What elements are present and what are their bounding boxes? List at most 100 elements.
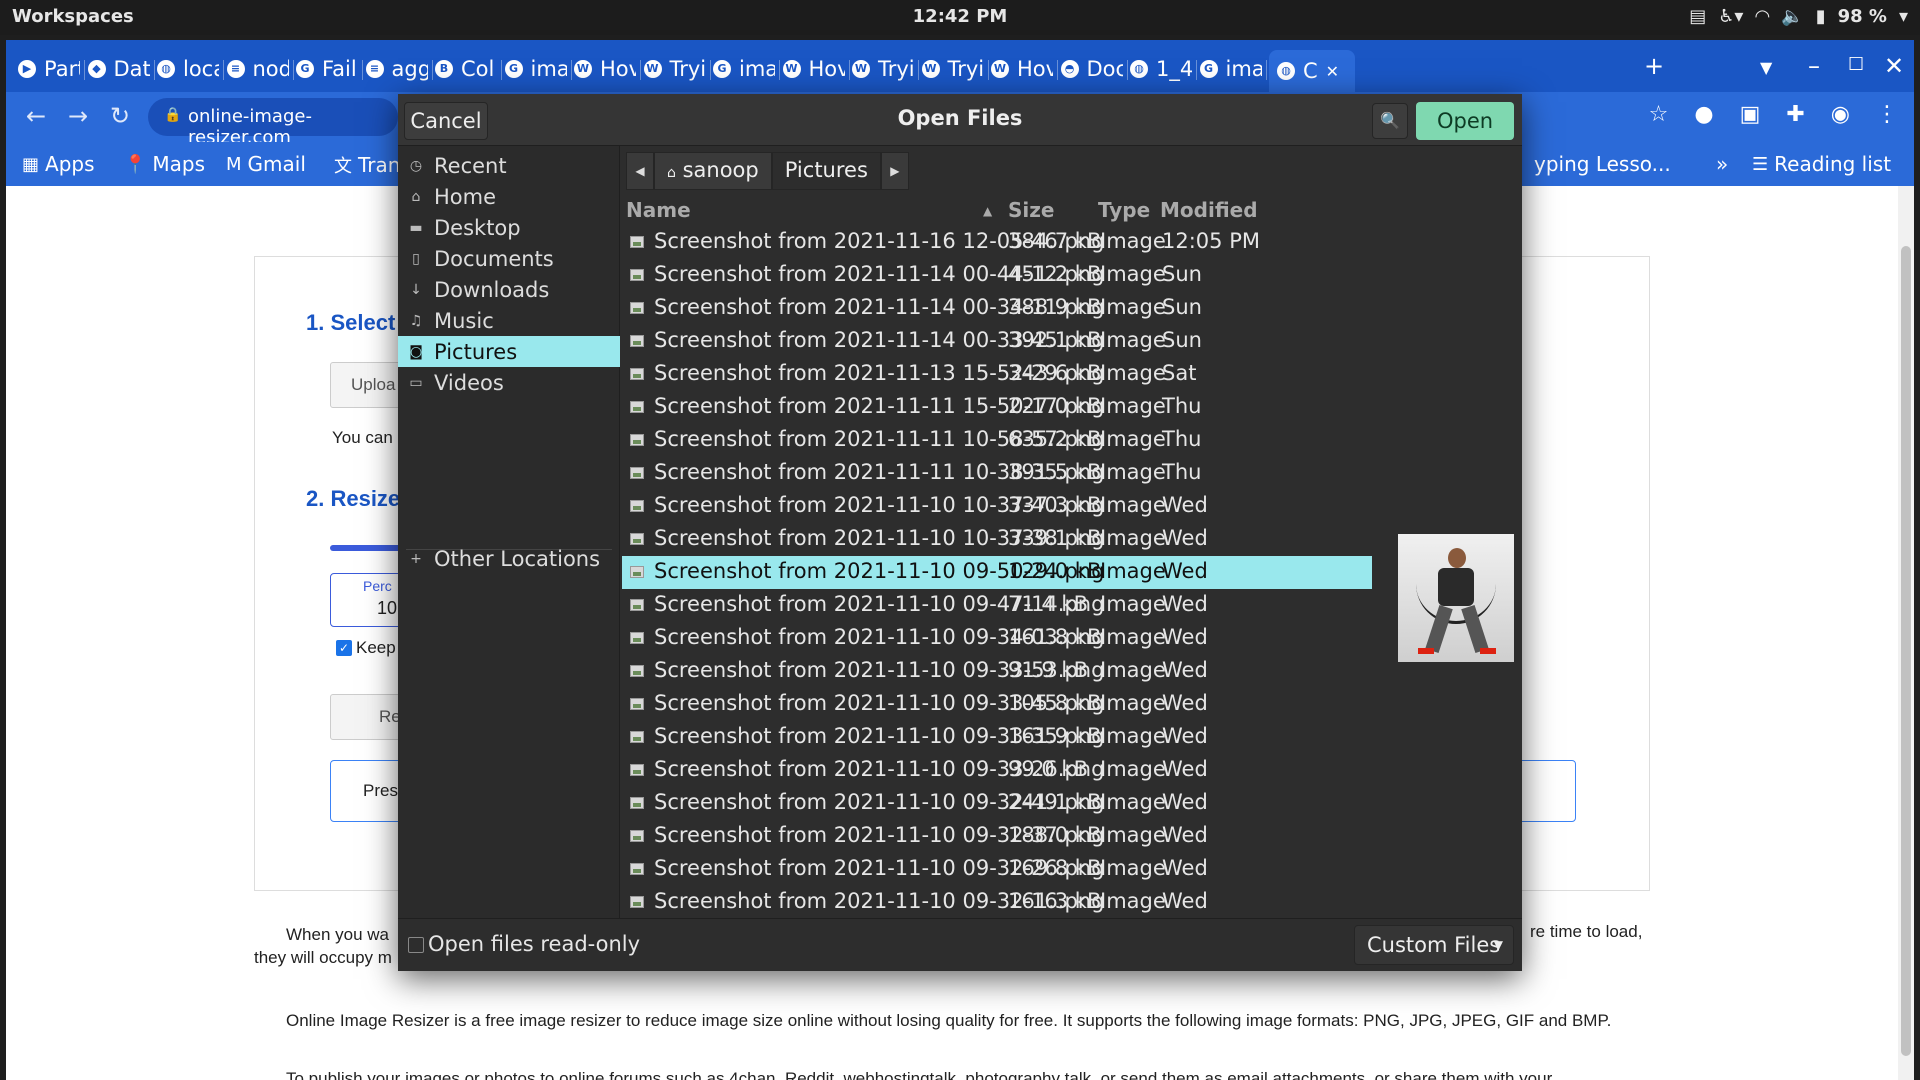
- file-row[interactable]: Screenshot from 2021-11-10 09-33-26.png 9…: [622, 754, 1372, 787]
- place-downloads[interactable]: ↓ Downloads: [398, 274, 620, 305]
- page-scrollbar[interactable]: [1898, 186, 1914, 1080]
- path-scroll-right-icon[interactable]: ▶: [880, 152, 909, 190]
- address-bar[interactable]: 🔒 online-image-resizer.com: [148, 98, 398, 148]
- file-row[interactable]: Screenshot from 2021-11-13 15-52-29.png 3…: [622, 358, 1372, 391]
- tab-10[interactable]: Gima: [713, 54, 775, 84]
- file-row[interactable]: Screenshot from 2021-11-10 09-32-26.png 1…: [622, 853, 1372, 886]
- tab-16[interactable]: ◍ 1_4: [1130, 54, 1192, 84]
- file-row[interactable]: Screenshot from 2021-11-10 09-32-37.png 1…: [622, 820, 1372, 853]
- accessibility-icon[interactable]: ♿▾: [1718, 6, 1743, 27]
- file-row[interactable]: Screenshot from 2021-11-10 09-47-14.png 7…: [622, 589, 1372, 622]
- file-row[interactable]: Screenshot from 2021-11-10 09-33-53.png 9…: [622, 655, 1372, 688]
- tab-search-icon[interactable]: ▼: [1760, 58, 1772, 77]
- place-videos[interactable]: ▭ Videos: [398, 367, 620, 398]
- back-icon[interactable]: ←: [26, 102, 46, 130]
- tab-1[interactable]: ◆ Dat: [87, 54, 150, 84]
- place-desktop[interactable]: ▬ Desktop: [398, 212, 620, 243]
- bookmark-typing[interactable]: yping Lesso...: [1534, 152, 1671, 176]
- file-row[interactable]: Screenshot from 2021-11-10 10-37-38.png 3…: [622, 523, 1372, 556]
- tab-5[interactable]: ≡ agg: [365, 54, 428, 84]
- column-size[interactable]: Size: [1008, 198, 1054, 222]
- tab-8[interactable]: W Hov: [574, 54, 636, 84]
- extension-2-icon[interactable]: ▣: [1740, 102, 1761, 127]
- extension-icon[interactable]: ●: [1694, 102, 1713, 127]
- window-switcher-icon[interactable]: ▤: [1689, 6, 1706, 27]
- minimize-button[interactable]: –: [1808, 52, 1820, 80]
- lock-icon[interactable]: 🔒: [164, 107, 181, 123]
- tab-14[interactable]: W Hov: [991, 54, 1053, 84]
- tab-7[interactable]: Gima: [504, 54, 567, 84]
- reading-list-button[interactable]: ☰ Reading list: [1752, 152, 1891, 176]
- read-only-label[interactable]: Open files read-only: [428, 932, 640, 956]
- tab-9[interactable]: W Tryi: [643, 54, 706, 84]
- place-documents[interactable]: ▯ Documents: [398, 243, 620, 274]
- file-row[interactable]: Screenshot from 2021-11-14 00-44-12.png 4…: [622, 259, 1372, 292]
- tab-6[interactable]: B Col: [435, 54, 497, 84]
- file-row[interactable]: Screenshot from 2021-11-14 00-33-45.png 3…: [622, 325, 1372, 358]
- column-modified[interactable]: Modified: [1160, 198, 1258, 222]
- clock[interactable]: 12:42 PM: [0, 6, 1920, 27]
- maximize-button[interactable]: ☐: [1848, 54, 1864, 75]
- bookmark-apps[interactable]: ▦ Apps: [22, 152, 95, 176]
- column-name[interactable]: Name: [626, 198, 691, 222]
- tab-11[interactable]: W Hov: [782, 54, 845, 84]
- file-size: 161.9 kB: [1008, 724, 1102, 748]
- file-filter-dropdown[interactable]: Custom Files ▼: [1354, 925, 1514, 965]
- new-tab-button[interactable]: +: [1644, 52, 1664, 80]
- file-row[interactable]: Screenshot from 2021-11-10 09-33-45.png 1…: [622, 688, 1372, 721]
- keep-ratio-checkbox[interactable]: ✓: [336, 640, 352, 656]
- tab-15[interactable]: ◓ Doc: [1060, 54, 1123, 84]
- search-icon[interactable]: 🔍: [1372, 103, 1408, 139]
- menu-icon[interactable]: ⋮: [1876, 102, 1898, 127]
- tab-2[interactable]: ◍ loca: [157, 54, 219, 84]
- open-button[interactable]: Open: [1416, 102, 1514, 140]
- bookmark-translate[interactable]: 文 Tran: [334, 152, 400, 178]
- tab-12[interactable]: W Tryi: [852, 54, 914, 84]
- power-menu-icon[interactable]: ▾: [1899, 6, 1908, 27]
- file-row[interactable]: Screenshot from 2021-11-10 09-34-03.png 1…: [622, 622, 1372, 655]
- file-row[interactable]: Screenshot from 2021-11-14 00-34-11.png 3…: [622, 292, 1372, 325]
- bookmark-gmail[interactable]: M Gmail: [226, 152, 306, 176]
- file-row[interactable]: Screenshot from 2021-11-10 09-32-16.png 1…: [622, 886, 1372, 916]
- scrollbar-thumb[interactable]: [1901, 246, 1911, 1056]
- path-crumb-home[interactable]: ⌂ sanoop: [654, 152, 772, 190]
- place-recent[interactable]: ◷ Recent: [398, 150, 620, 181]
- place-music[interactable]: ♫ Music: [398, 305, 620, 336]
- bookmark-maps[interactable]: 📍 Maps: [124, 152, 205, 176]
- place-home[interactable]: ⌂ Home: [398, 181, 620, 212]
- close-tab-icon[interactable]: ✕: [1326, 62, 1339, 81]
- battery-icon[interactable]: ▮: [1816, 6, 1826, 27]
- tab-17[interactable]: Gima: [1199, 54, 1262, 84]
- system-tray[interactable]: ▤ ♿▾ ◠ 🔈 ▮ 98 % ▾: [1689, 6, 1908, 27]
- path-crumb-pictures[interactable]: Pictures: [771, 152, 881, 190]
- forward-icon[interactable]: →: [68, 102, 88, 130]
- path-scroll-left-icon[interactable]: ◀: [626, 152, 654, 190]
- file-row[interactable]: Screenshot from 2021-11-10 09-50-24.png 1…: [622, 556, 1372, 589]
- file-row[interactable]: Screenshot from 2021-11-11 10-38-35.png 3…: [622, 457, 1372, 490]
- place-pictures[interactable]: ◙ Pictures: [398, 336, 620, 367]
- tab-18[interactable]: ◍ C ✕: [1269, 50, 1355, 92]
- close-window-button[interactable]: ✕: [1884, 52, 1904, 80]
- puzzle-icon[interactable]: ✚: [1786, 102, 1804, 127]
- tab-3[interactable]: ≡ nod: [226, 54, 289, 84]
- file-size: 343.6 kB: [1008, 361, 1102, 385]
- file-row[interactable]: Screenshot from 2021-11-10 10-37-40.png 3…: [622, 490, 1372, 523]
- read-only-checkbox[interactable]: [408, 937, 424, 953]
- tab-13[interactable]: W Tryi: [921, 54, 984, 84]
- volume-icon[interactable]: 🔈: [1781, 6, 1803, 27]
- file-row[interactable]: Screenshot from 2021-11-10 09-32-49.png 2…: [622, 787, 1372, 820]
- profile-avatar[interactable]: ◉: [1831, 102, 1850, 127]
- bookmarks-overflow[interactable]: »: [1716, 152, 1728, 176]
- file-row[interactable]: Screenshot from 2021-11-11 10-58-57.png 6…: [622, 424, 1372, 457]
- place-other-locations[interactable]: + Other Locations: [398, 541, 620, 577]
- file-row[interactable]: Screenshot from 2021-11-16 12-05-46.png 3…: [622, 226, 1372, 259]
- wifi-icon[interactable]: ◠: [1755, 6, 1769, 27]
- reload-icon[interactable]: ↻: [110, 102, 130, 130]
- tab-4[interactable]: G Fail: [296, 54, 358, 84]
- file-row[interactable]: Screenshot from 2021-11-10 09-33-35.png 1…: [622, 721, 1372, 754]
- file-row[interactable]: Screenshot from 2021-11-11 15-50-17.png 2…: [622, 391, 1372, 424]
- column-type[interactable]: Type: [1098, 198, 1150, 222]
- tab-0[interactable]: ▶ Part: [18, 54, 80, 84]
- file-modified: Sun: [1162, 328, 1202, 352]
- bookmark-star-icon[interactable]: ☆: [1649, 102, 1669, 127]
